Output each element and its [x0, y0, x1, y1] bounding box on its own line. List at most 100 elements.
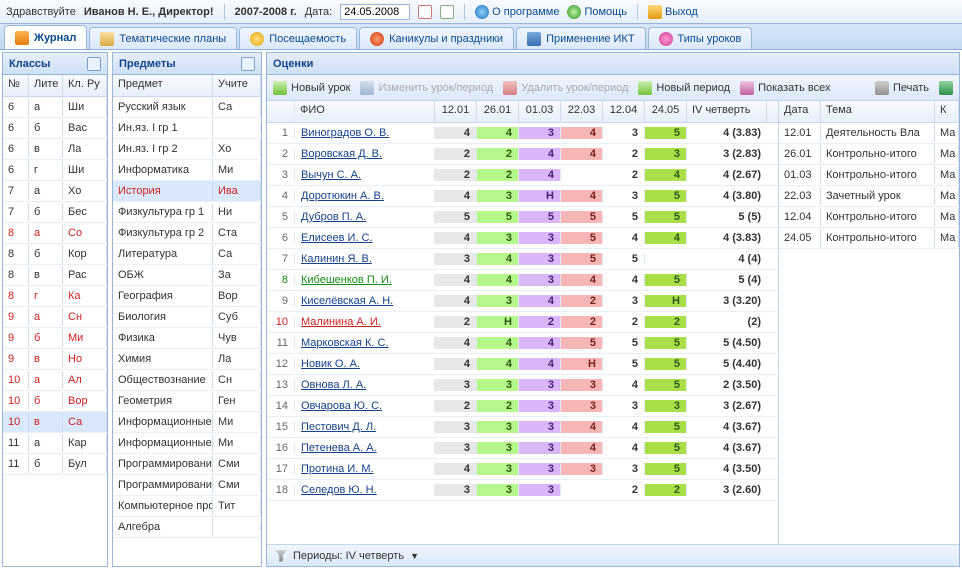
funnel-icon — [275, 550, 287, 562]
class-row[interactable]: 6аШи — [3, 97, 107, 118]
info-icon — [475, 5, 489, 19]
student-row[interactable]: 9Киселёвская А. Н.43423Н3 (3.20) — [267, 291, 778, 312]
subject-row[interactable]: Физкультура гр 1Ни — [113, 202, 261, 223]
subject-row[interactable]: Информационные тМи — [113, 412, 261, 433]
student-row[interactable]: 2Воровская Д. В.2244233 (2.83) — [267, 144, 778, 165]
class-row[interactable]: 9бМи — [3, 328, 107, 349]
show-all-button[interactable]: Показать всех — [740, 81, 830, 95]
student-row[interactable]: 16Петенева А. А.3334454 (3.67) — [267, 438, 778, 459]
class-row[interactable]: 9аСн — [3, 307, 107, 328]
date-input[interactable] — [340, 4, 410, 20]
tab-plans[interactable]: Тематические планы — [89, 27, 237, 49]
subject-row[interactable]: БиологияСуб — [113, 307, 261, 328]
student-row[interactable]: 8Кибешенков П. И.4434455 (4) — [267, 270, 778, 291]
tab-lesson-types[interactable]: Типы уроков — [648, 27, 753, 49]
subject-row[interactable]: ХимияЛа — [113, 349, 261, 370]
excel-icon[interactable] — [939, 81, 953, 95]
class-row[interactable]: 11бБул — [3, 454, 107, 475]
star-icon — [659, 32, 673, 46]
user-name: Иванов Н. Е., Директор! — [84, 6, 214, 18]
date-row[interactable]: 24.05Контрольно-итогоМа — [779, 228, 959, 249]
class-row[interactable]: 8вРас — [3, 265, 107, 286]
date-label: Дата: — [305, 6, 332, 18]
edit-lesson-button[interactable]: Изменить урок/период — [360, 81, 493, 95]
subject-row[interactable]: ПрограммированиеСми — [113, 454, 261, 475]
dates-grid[interactable]: 12.01Деятельность ВлаМа26.01Контрольно-и… — [779, 123, 959, 544]
subject-row[interactable]: ГеометрияГен — [113, 391, 261, 412]
student-row[interactable]: 5Дубров П. А.5555555 (5) — [267, 207, 778, 228]
class-row[interactable]: 6бВас — [3, 118, 107, 139]
subject-row[interactable]: ФизикаЧув — [113, 328, 261, 349]
class-row[interactable]: 7бБес — [3, 202, 107, 223]
date-row[interactable]: 26.01Контрольно-итогоМа — [779, 144, 959, 165]
date-row[interactable]: 22.03Зачетный урокМа — [779, 186, 959, 207]
subject-row[interactable]: ИсторияИва — [113, 181, 261, 202]
subject-row[interactable]: Ин.яз. I гр 2Хо — [113, 139, 261, 160]
subject-row[interactable]: Ин.яз. I гр 1 — [113, 118, 261, 139]
class-row[interactable]: 10вСа — [3, 412, 107, 433]
class-row[interactable]: 10бВор — [3, 391, 107, 412]
student-row[interactable]: 11Марковская К. С.4445555 (4.50) — [267, 333, 778, 354]
help-link[interactable]: Помощь — [567, 5, 627, 19]
subject-row[interactable]: ГеографияВор — [113, 286, 261, 307]
book-icon — [15, 31, 29, 45]
calendar-icon[interactable] — [418, 5, 432, 19]
class-row[interactable]: 11аКар — [3, 433, 107, 454]
student-row[interactable]: 6Елисеев И. С.4335444 (3.83) — [267, 228, 778, 249]
new-lesson-button[interactable]: Новый урок — [273, 81, 350, 95]
class-row[interactable]: 8гКа — [3, 286, 107, 307]
class-row[interactable]: 7аХо — [3, 181, 107, 202]
subject-row[interactable]: Русский языкСа — [113, 97, 261, 118]
top-bar: Здравствуйте Иванов Н. Е., Директор! 200… — [0, 0, 962, 24]
student-row[interactable]: 15Пестович Д. Л.3334454 (3.67) — [267, 417, 778, 438]
student-row[interactable]: 13Овнова Л. А.3333452 (3.50) — [267, 375, 778, 396]
subject-row[interactable]: Информационные тМи — [113, 433, 261, 454]
subject-row[interactable]: Физкультура гр 2Ста — [113, 223, 261, 244]
tab-holidays[interactable]: Каникулы и праздники — [359, 27, 514, 49]
date-row[interactable]: 12.01Деятельность ВлаМа — [779, 123, 959, 144]
print-icon — [875, 81, 889, 95]
student-row[interactable]: 10Малинина А. И.2Н2222(2) — [267, 312, 778, 333]
reload-icon[interactable] — [241, 57, 255, 71]
class-row[interactable]: 10аАл — [3, 370, 107, 391]
delete-lesson-button[interactable]: Удалить урок/период — [503, 81, 628, 95]
about-link[interactable]: О программе — [475, 5, 559, 19]
chevron-down-icon[interactable]: ▼ — [410, 551, 419, 561]
student-row[interactable]: 4Доротюкин А. В.43Н4354 (3.80) — [267, 186, 778, 207]
student-row[interactable]: 14Овчарова Ю. С.2233333 (2.67) — [267, 396, 778, 417]
class-row[interactable]: 9вНо — [3, 349, 107, 370]
date-row[interactable]: 01.03Контрольно-итогоМа — [779, 165, 959, 186]
subjects-grid[interactable]: Русский языкСаИн.яз. I гр 1Ин.яз. I гр 2… — [113, 97, 261, 566]
student-row[interactable]: 17Протина И. М.4333354 (3.50) — [267, 459, 778, 480]
date-row[interactable]: 12.04Контрольно-итогоМа — [779, 207, 959, 228]
classes-grid[interactable]: 6аШи6бВас6вЛа6гШи7аХо7бБес8аСо8бКор8вРас… — [3, 97, 107, 566]
calendar2-icon[interactable] — [440, 5, 454, 19]
subject-row[interactable]: Алгебра — [113, 517, 261, 538]
subject-row[interactable]: Компьютерное проТит — [113, 496, 261, 517]
class-row[interactable]: 6вЛа — [3, 139, 107, 160]
subjects-panel: Предметы ПредметУчите Русский языкСаИн.я… — [112, 52, 262, 567]
marks-grid[interactable]: 1Виноградов О. В.4434354 (3.83)2Воровска… — [267, 123, 778, 544]
student-row[interactable]: 3Вычун С. А.224244 (2.67) — [267, 165, 778, 186]
subject-row[interactable]: ЛитератураСа — [113, 244, 261, 265]
class-row[interactable]: 6гШи — [3, 160, 107, 181]
subject-row[interactable]: ПрограммированиеСми — [113, 475, 261, 496]
class-row[interactable]: 8бКор — [3, 244, 107, 265]
periods-filter[interactable]: Периоды: IV четверть — [293, 550, 404, 562]
student-row[interactable]: 7Калинин Я. В.343554 (4) — [267, 249, 778, 270]
student-row[interactable]: 1Виноградов О. В.4434354 (3.83) — [267, 123, 778, 144]
tab-ikt[interactable]: Применение ИКТ — [516, 27, 645, 49]
student-row[interactable]: 18Селедов Ю. Н.333223 (2.60) — [267, 480, 778, 501]
student-row[interactable]: 12Новик О. А.444Н555 (4.40) — [267, 354, 778, 375]
edit-icon — [360, 81, 374, 95]
exit-link[interactable]: Выход — [648, 5, 698, 19]
tab-journal[interactable]: Журнал — [4, 25, 87, 49]
tab-attendance[interactable]: Посещаемость — [239, 27, 357, 49]
new-period-button[interactable]: Новый период — [638, 81, 730, 95]
subject-row[interactable]: ИнформатикаМи — [113, 160, 261, 181]
subject-row[interactable]: ОБЖЗа — [113, 265, 261, 286]
reload-icon[interactable] — [87, 57, 101, 71]
print-button[interactable]: Печать — [875, 81, 929, 95]
subject-row[interactable]: ОбществознаниеСн — [113, 370, 261, 391]
class-row[interactable]: 8аСо — [3, 223, 107, 244]
